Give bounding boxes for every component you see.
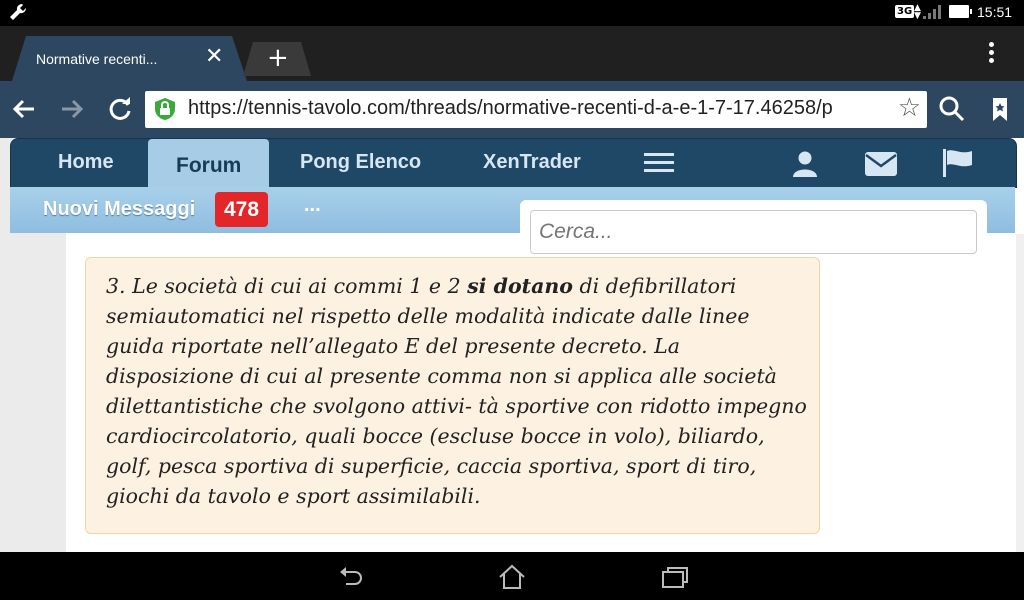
signal-icon <box>923 5 941 19</box>
star-icon[interactable]: ☆ <box>898 93 921 123</box>
forward-icon[interactable] <box>57 94 87 124</box>
nav-home[interactable]: Home <box>58 151 114 174</box>
quote-block: 3. Le società di cui ai commi 1 e 2 si d… <box>85 257 820 534</box>
recents-nav-icon[interactable] <box>660 562 690 592</box>
new-tab-button[interactable]: + <box>243 42 311 76</box>
web-page: Home Forum Pong Elenco XenTrader Nuovi M… <box>0 138 1024 552</box>
battery-icon <box>949 5 972 18</box>
hamburger-icon[interactable] <box>644 153 674 173</box>
url-field[interactable]: https://tennis-tavolo.com/threads/normat… <box>145 91 927 128</box>
tab-close-icon[interactable]: ✕ <box>205 45 223 69</box>
mail-icon[interactable] <box>865 152 897 176</box>
nav-forum-label: Forum <box>176 154 242 177</box>
nav-pong-elenco[interactable]: Pong Elenco <box>300 151 421 174</box>
quote-text-part: 3. Le società di cui ai commi 1 e 2 <box>106 274 468 298</box>
tab-title: Normative recenti... <box>36 51 158 67</box>
quote-text-part: di defibrillatori semiautomatici nel ris… <box>106 274 807 508</box>
plus-icon: + <box>267 43 289 73</box>
nav-forum[interactable]: Forum <box>148 139 269 189</box>
quote-text: 3. Le società di cui ai commi 1 e 2 si d… <box>106 271 811 511</box>
wrench-icon <box>10 3 27 20</box>
quote-bold-text: si dotano <box>467 274 573 298</box>
data-arrows-icon: ▲ ▼ <box>914 3 921 21</box>
lock-icon <box>155 98 175 120</box>
url-text: https://tennis-tavolo.com/threads/normat… <box>188 97 833 119</box>
home-nav-icon[interactable] <box>497 562 527 592</box>
new-messages-link[interactable]: Nuovi Messaggi <box>43 198 195 221</box>
browser-toolbar: https://tennis-tavolo.com/threads/normat… <box>0 81 1024 138</box>
site-nav: Home Forum Pong Elenco XenTrader <box>10 138 1017 189</box>
page-margin <box>1016 234 1024 552</box>
search-panel <box>520 200 987 255</box>
flag-icon[interactable] <box>942 149 974 177</box>
system-nav-bar <box>0 552 1024 600</box>
browser-tab-active[interactable]: Normative recenti... ✕ <box>12 36 247 81</box>
nav-xentrader[interactable]: XenTrader <box>483 151 581 174</box>
overflow-menu-icon[interactable] <box>983 42 999 66</box>
clock: 15:51 <box>977 4 1013 20</box>
status-bar: 3G ▲ ▼ 15:51 <box>0 0 1024 26</box>
bookmark-icon[interactable] <box>985 94 1015 124</box>
network-type: 3G <box>895 5 915 18</box>
new-messages-badge[interactable]: 478 <box>215 192 268 227</box>
search-icon[interactable] <box>937 94 967 124</box>
more-link[interactable]: ... <box>304 194 321 217</box>
user-icon[interactable] <box>792 150 818 178</box>
reload-icon[interactable] <box>105 94 135 124</box>
back-nav-icon[interactable] <box>336 562 366 592</box>
back-icon[interactable] <box>9 94 39 124</box>
search-input[interactable] <box>530 210 977 254</box>
browser-tab-strip: Normative recenti... ✕ + <box>0 26 1024 81</box>
